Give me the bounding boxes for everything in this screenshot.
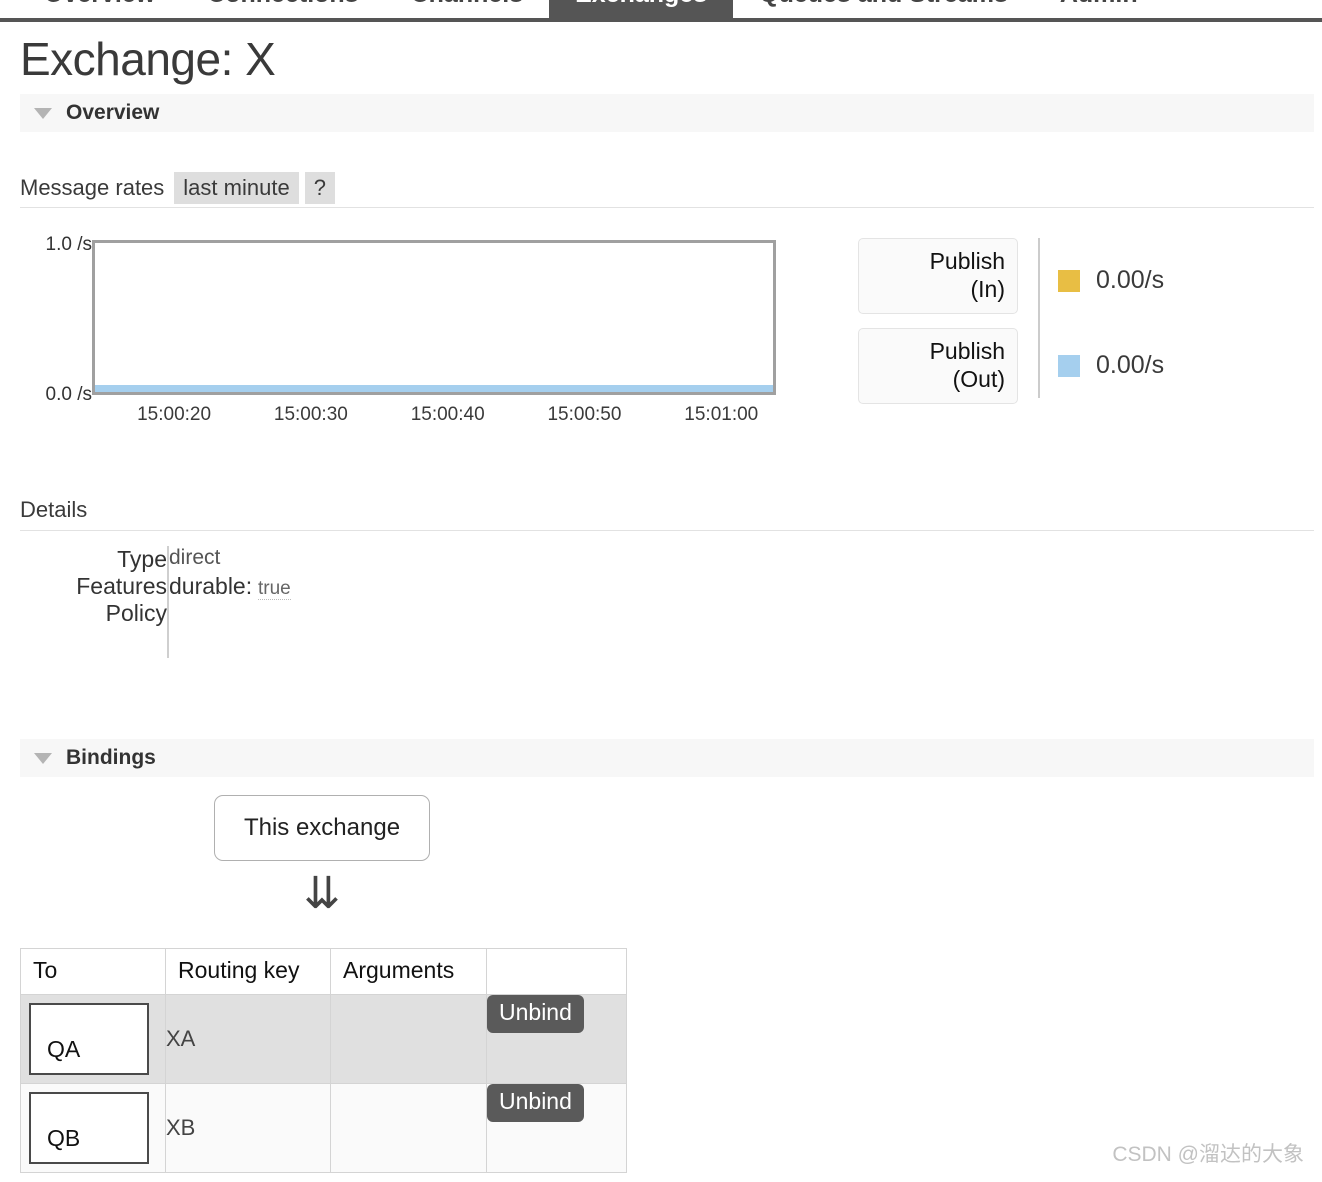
page-title: Exchange: X [20, 33, 276, 85]
chart-series-publish-out [95, 385, 773, 392]
bindings-table: To Routing key Arguments QA XA Unbind QB [20, 948, 627, 1173]
details-title: Details [20, 497, 88, 522]
chart-plot-area [92, 240, 776, 395]
bindings-header-row: To Routing key Arguments [20, 948, 627, 995]
rates-period-last-minute[interactable]: last minute [174, 172, 299, 204]
nav-tab-queues-and-streams[interactable]: Queues and Streams [733, 0, 1034, 18]
binding-action-cell-qa: Unbind [486, 994, 627, 1084]
bindings-col-actions [486, 948, 627, 995]
legend-button-publish-out-line2: (Out) [952, 366, 1005, 392]
legend-swatch-publish-out-icon [1058, 354, 1080, 377]
details-key-policy: Policy [105, 600, 167, 626]
binding-routing-key-xa: XA [165, 994, 331, 1084]
table-row: QB XB Unbind [20, 1083, 627, 1173]
legend-divider [1038, 238, 1040, 398]
legend-swatch-publish-in-icon [1058, 269, 1080, 292]
chart-ytick-min: 0.0 /s [45, 384, 92, 405]
nav-tab-admin[interactable]: Admin [1033, 0, 1164, 18]
rates-help-button[interactable]: ? [304, 172, 335, 204]
chart-xtick-2: 15:00:40 [410, 404, 485, 425]
feature-name-durable: durable: [169, 573, 253, 599]
this-exchange-label: This exchange [243, 814, 401, 841]
nav-tab-exchanges[interactable]: Exchanges [549, 0, 734, 18]
overview-section-label: Overview [66, 101, 160, 124]
nav-tab-overview[interactable]: Overview [18, 0, 182, 18]
details-row-policy: Policy [20, 600, 720, 658]
message-rates-label: Message rates [20, 175, 165, 200]
legend-button-publish-in-line2: (In) [970, 276, 1006, 302]
main-nav: Overview Connections Channels Exchanges … [0, 0, 1322, 22]
chevron-down-icon [34, 107, 52, 119]
bindings-col-routing-key: Routing key [165, 948, 331, 995]
bindings-col-to: To [20, 948, 166, 995]
binding-arguments-qa [330, 994, 487, 1084]
legend-value-publish-out: 0.00/s [1096, 351, 1165, 379]
binding-to-cell-qa: QA [20, 994, 166, 1084]
chart-xtick-1: 15:00:30 [273, 404, 348, 425]
feature-value-durable: true [257, 578, 291, 600]
details-key-type: Type [117, 546, 167, 572]
legend-button-publish-out-line1: Publish [929, 338, 1005, 364]
queue-link-qa[interactable]: QA [29, 1003, 149, 1075]
details-table: Type direct Features durable: true Polic… [20, 546, 720, 658]
chart-ytick-max: 1.0 /s [45, 234, 92, 255]
unbind-button-qb[interactable]: Unbind [487, 1084, 584, 1122]
chart-xtick-4: 15:01:00 [684, 404, 759, 425]
legend-button-publish-out[interactable]: Publish (Out) [858, 328, 1018, 404]
details-value-features: durable: true [167, 573, 720, 600]
legend-row-publish-out: 0.00/s [1058, 323, 1298, 408]
chart-x-axis: 15:00:20 15:00:30 15:00:40 15:00:50 15:0… [92, 404, 776, 430]
details-value-policy [167, 600, 720, 658]
message-rates-toolbar: Message rates last minute ? [20, 172, 1314, 208]
details-divider [20, 530, 1314, 531]
nav-tab-connections[interactable]: Connections [181, 0, 385, 18]
bindings-col-arguments: Arguments [330, 948, 487, 995]
nav-tab-channels[interactable]: Channels [384, 0, 550, 18]
double-down-arrow-icon: ⇊ [303, 869, 341, 918]
exchange-detail-page: Overview Connections Channels Exchanges … [0, 0, 1322, 1182]
legend-button-publish-in-line1: Publish [929, 248, 1005, 274]
chart-xtick-3: 15:00:50 [547, 404, 622, 425]
legend-button-publish-in[interactable]: Publish (In) [858, 238, 1018, 314]
queue-link-qb[interactable]: QB [29, 1092, 149, 1164]
details-value-type: direct [167, 546, 720, 573]
bindings-section-label: Bindings [66, 746, 156, 769]
binding-action-cell-qb: Unbind [486, 1083, 627, 1173]
unbind-button-qa[interactable]: Unbind [487, 995, 584, 1033]
watermark: CSDN @溜达的大象 [1112, 1143, 1304, 1166]
chart-xtick-0: 15:00:20 [137, 404, 212, 425]
chart-legend-values: 0.00/s 0.00/s [1058, 238, 1298, 408]
table-row: QA XA Unbind [20, 994, 627, 1084]
overview-section-header[interactable]: Overview [20, 94, 1314, 132]
legend-row-publish-in: 0.00/s [1058, 238, 1298, 323]
details-key-features: Features [76, 573, 167, 599]
details-row-features: Features durable: true [20, 573, 720, 600]
binding-routing-key-xb: XB [165, 1083, 331, 1173]
legend-value-publish-in: 0.00/s [1096, 266, 1165, 294]
binding-to-cell-qb: QB [20, 1083, 166, 1173]
binding-arguments-qb [330, 1083, 487, 1173]
this-exchange-node: This exchange [214, 795, 430, 861]
details-row-type: Type direct [20, 546, 720, 573]
bindings-section-header[interactable]: Bindings [20, 739, 1314, 777]
message-rates-chart: 1.0 /s 0.0 /s 15:00:20 15:00:30 15:00:40… [20, 228, 820, 438]
chevron-down-icon [34, 752, 52, 764]
